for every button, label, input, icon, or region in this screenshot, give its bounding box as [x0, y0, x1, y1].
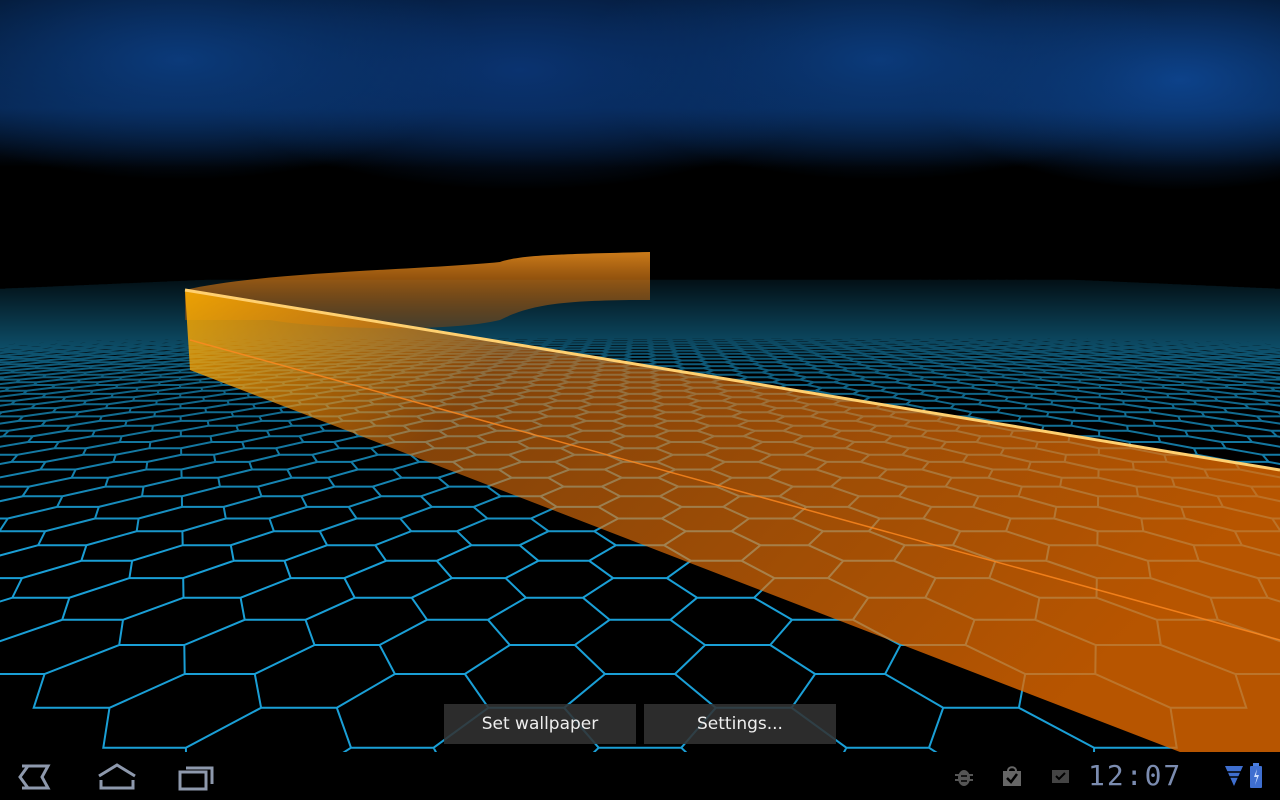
notification-icon[interactable]: [1050, 767, 1072, 785]
battery-charging-icon[interactable]: [1248, 762, 1264, 790]
settings-button[interactable]: Settings...: [644, 704, 836, 744]
recent-apps-icon[interactable]: [176, 762, 220, 792]
market-update-icon[interactable]: [1000, 764, 1024, 788]
home-icon[interactable]: [95, 762, 139, 792]
back-icon[interactable]: [14, 762, 58, 792]
wifi-signal-icon[interactable]: [1224, 764, 1244, 788]
clock[interactable]: 12:07: [1088, 760, 1182, 792]
usb-debugging-icon[interactable]: [952, 765, 976, 789]
orange-ribbon: [184, 252, 1280, 752]
set-wallpaper-button[interactable]: Set wallpaper: [444, 704, 636, 744]
live-wallpaper-preview: [0, 0, 1280, 752]
